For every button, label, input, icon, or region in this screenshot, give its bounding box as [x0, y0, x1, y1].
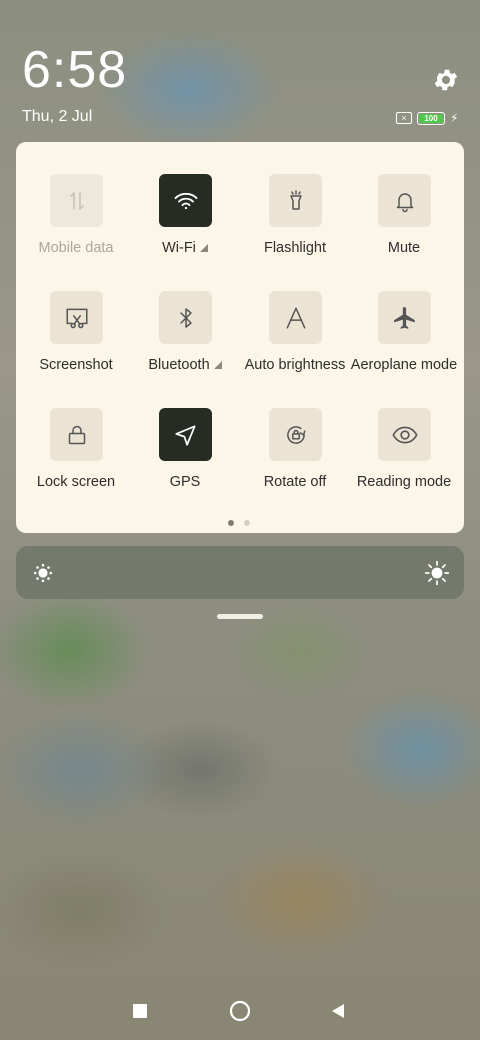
expand-menu-icon[interactable]	[213, 361, 222, 369]
tile-label: Lock screen	[36, 474, 116, 490]
no-sim-icon: ×	[396, 112, 412, 124]
tile-gps[interactable]: GPS	[130, 376, 240, 490]
tile-lock-screen[interactable]: Lock screen	[21, 376, 131, 490]
battery-icon: 100	[417, 111, 445, 125]
tile-label: Aeroplane mode	[350, 357, 458, 373]
tile-mute[interactable]: Mute	[349, 142, 459, 256]
brightness-low-icon	[33, 563, 53, 583]
drag-handle[interactable]	[217, 614, 263, 619]
page-indicator	[228, 520, 250, 526]
status-icons: × 100 ⚡	[396, 110, 458, 126]
quick-settings-panel: Mobile data Wi-Fi Flashlight Mute Screen…	[16, 142, 464, 533]
tile-label: GPS	[169, 474, 201, 490]
back-icon[interactable]	[330, 1003, 346, 1019]
home-icon[interactable]	[229, 1000, 251, 1022]
expand-menu-icon[interactable]	[199, 244, 208, 252]
tile-flashlight[interactable]: Flashlight	[240, 142, 350, 256]
tile-mobile-data[interactable]: Mobile data	[21, 142, 131, 256]
screenshot-icon	[65, 308, 88, 328]
tile-label: Reading mode	[356, 474, 452, 490]
tile-label: Mobile data	[38, 240, 114, 256]
lock-icon	[68, 425, 85, 444]
mobile-data-icon	[69, 191, 84, 210]
date[interactable]: Thu, 2 Jul	[22, 108, 92, 126]
tile-screenshot[interactable]: Screenshot	[21, 259, 131, 373]
tile-label: Flashlight	[263, 240, 327, 256]
clock[interactable]: 6:58	[22, 40, 127, 100]
eye-icon	[391, 426, 418, 443]
tile-label: Rotate off	[263, 474, 327, 490]
tile-bluetooth[interactable]: Bluetooth	[130, 259, 240, 373]
tile-rotate[interactable]: Rotate off	[240, 376, 350, 490]
brightness-slider[interactable]	[16, 546, 464, 599]
tile-reading-mode[interactable]: Reading mode	[349, 376, 459, 490]
bell-icon	[396, 192, 413, 212]
page-dot[interactable]	[244, 520, 250, 526]
airplane-icon	[393, 306, 415, 329]
location-arrow-icon	[174, 424, 196, 446]
tile-auto-brightness[interactable]: Auto brightness	[240, 259, 350, 373]
tile-label: Mute	[387, 240, 421, 256]
battery-level: 100	[424, 113, 438, 123]
tile-aeroplane-mode[interactable]: Aeroplane mode	[349, 259, 459, 373]
tile-wifi[interactable]: Wi-Fi	[130, 142, 240, 256]
tile-label: Auto brightness	[244, 357, 346, 373]
tile-label: Bluetooth	[148, 357, 210, 373]
charging-icon: ⚡	[450, 111, 459, 125]
gear-icon[interactable]	[432, 66, 460, 94]
navigation-bar	[0, 996, 480, 1026]
rotate-lock-icon	[286, 425, 305, 444]
page-dot-active[interactable]	[228, 520, 234, 526]
tile-label: Wi-Fi	[162, 240, 196, 256]
bluetooth-icon	[179, 307, 192, 328]
tile-label: Screenshot	[39, 357, 113, 373]
auto-brightness-icon	[286, 306, 305, 329]
flashlight-icon	[289, 189, 302, 210]
brightness-high-icon	[424, 560, 450, 586]
recents-icon[interactable]	[132, 1003, 148, 1019]
wifi-icon	[174, 192, 197, 209]
